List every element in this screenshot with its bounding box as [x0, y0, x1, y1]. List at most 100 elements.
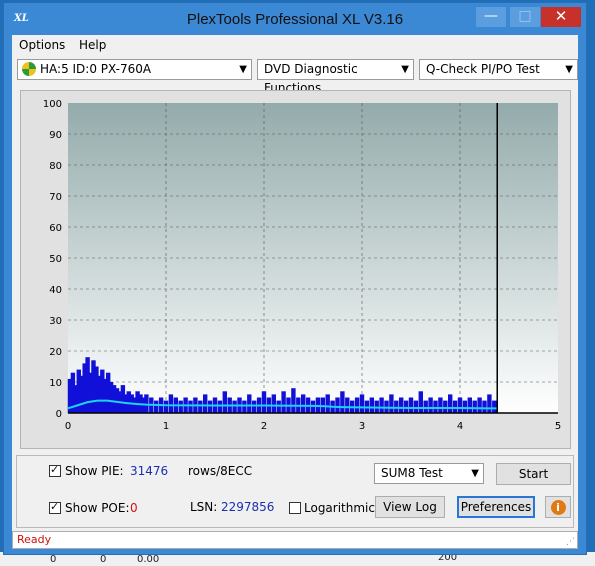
- y-tick-label: 20: [49, 347, 62, 358]
- chevron-down-icon: ▼: [471, 468, 479, 479]
- show-pie-checkbox[interactable]: [49, 463, 61, 477]
- lsn-value: 2297856: [221, 500, 275, 514]
- pie-bar: [487, 394, 492, 413]
- x-tick-label: 2: [261, 421, 267, 432]
- pie-bar: [418, 391, 423, 413]
- info-icon: i: [550, 500, 566, 515]
- pie-bar: [423, 400, 428, 413]
- test-select[interactable]: Q-Check PI/PO Test ▼: [419, 59, 578, 80]
- x-tick-label: 5: [555, 421, 561, 432]
- pie-bar: [369, 397, 374, 413]
- pi-po-chart: 0 10 20 30 40 50 60 70 80 90 100 0 1 2 3 4 5: [43, 99, 561, 432]
- pie-bar: [413, 400, 419, 413]
- pie-bar: [477, 397, 482, 413]
- sum-test-select[interactable]: SUM8 Test ▼: [374, 463, 484, 484]
- x-tick-label: 4: [457, 421, 463, 432]
- preferences-button-label: Preferences: [460, 500, 532, 514]
- pie-bar: [438, 397, 443, 413]
- pie-bar: [261, 391, 267, 413]
- control-panel: Show PIE: 31476 rows/8ECC SUM8 Test ▼ St…: [16, 455, 574, 528]
- minimize-button[interactable]: —: [476, 7, 506, 27]
- close-button[interactable]: ✕: [541, 7, 581, 27]
- pie-bar: [443, 400, 448, 413]
- y-tick-label: 70: [49, 192, 62, 203]
- x-tick-label: 0: [65, 421, 71, 432]
- sum-test-value: SUM8 Test: [381, 466, 443, 480]
- pie-bar: [281, 391, 286, 413]
- maximize-button[interactable]: □: [510, 7, 540, 27]
- pie-bar: [178, 400, 183, 413]
- disc-icon: [22, 61, 36, 76]
- lsn-label: LSN:: [190, 500, 218, 514]
- menu-bar: Options Help: [12, 35, 578, 55]
- logarithmic-checkbox[interactable]: [289, 502, 301, 514]
- y-tick-label: 100: [43, 99, 62, 110]
- pie-bar: [394, 400, 399, 413]
- pie-bar: [399, 397, 404, 413]
- pie-bar: [472, 400, 477, 413]
- pie-bar: [467, 397, 472, 413]
- pie-bar: [242, 400, 247, 413]
- info-button[interactable]: i: [545, 496, 571, 518]
- x-tick-labels: 0 1 2 3 4 5: [65, 421, 561, 432]
- pie-bar: [335, 397, 340, 413]
- y-tick-label: 60: [49, 223, 62, 234]
- show-poe-label: Show POE:: [65, 501, 130, 515]
- bg-cell: 0.00: [137, 554, 160, 565]
- drive-select[interactable]: HA:5 ID:0 PX-760A ▼: [17, 59, 252, 80]
- y-tick-label: 0: [56, 409, 62, 420]
- show-poe-checkbox[interactable]: [49, 500, 61, 514]
- pie-bar: [408, 397, 414, 413]
- pie-bar: [222, 391, 227, 413]
- y-tick-label: 30: [49, 316, 62, 327]
- main-window: XL PlexTools Professional XL V3.16 — □ ✕…: [3, 2, 587, 555]
- pie-bar: [379, 397, 384, 413]
- pie-bar: [345, 397, 350, 413]
- bg-cell: 0: [100, 554, 107, 565]
- pie-bar: [217, 400, 223, 413]
- view-log-button[interactable]: View Log: [375, 496, 445, 518]
- pie-bar: [168, 394, 174, 413]
- y-tick-label: 10: [49, 378, 62, 389]
- menu-help[interactable]: Help: [79, 38, 106, 52]
- x-tick-label: 3: [359, 421, 365, 432]
- pie-bar: [232, 400, 237, 413]
- poe-value: 0: [130, 501, 138, 515]
- test-select-value: Q-Check PI/PO Test: [426, 62, 540, 76]
- drive-select-value: HA:5 ID:0 PX-760A: [40, 62, 152, 76]
- pie-bar: [389, 394, 394, 413]
- y-tick-labels: 0 10 20 30 40 50 60 70 80 90 100: [43, 99, 62, 420]
- start-button-label: Start: [518, 467, 549, 481]
- pie-bar: [247, 394, 252, 413]
- pie-bar: [403, 400, 409, 413]
- pie-bar: [428, 397, 433, 413]
- pie-bar: [462, 400, 468, 413]
- chevron-down-icon: ▼: [401, 64, 409, 75]
- pie-bar: [340, 391, 345, 413]
- pie-bar: [492, 400, 497, 413]
- bg-cell: 0: [50, 554, 57, 565]
- pie-bar: [271, 394, 276, 413]
- size-grip-icon[interactable]: ⋰: [566, 537, 575, 547]
- title-bar[interactable]: XL PlexTools Professional XL V3.16 — □ ✕: [4, 3, 586, 35]
- function-select[interactable]: DVD Diagnostic Functions ▼: [257, 59, 414, 95]
- pie-bar: [433, 400, 438, 413]
- pie-bar: [457, 397, 463, 413]
- pie-bar: [325, 394, 330, 413]
- pie-bar: [276, 400, 281, 413]
- pie-bar: [301, 394, 306, 413]
- chevron-down-icon: ▼: [239, 64, 247, 75]
- x-tick-label: 1: [163, 421, 169, 432]
- menu-options[interactable]: Options: [19, 38, 65, 52]
- preferences-button[interactable]: Preferences: [457, 496, 535, 518]
- start-button[interactable]: Start: [496, 463, 571, 485]
- pie-bar: [198, 400, 203, 413]
- chart-frame: 0 10 20 30 40 50 60 70 80 90 100 0 1 2 3 4 5: [20, 90, 571, 449]
- view-log-button-label: View Log: [383, 500, 437, 514]
- pie-bar: [203, 394, 208, 413]
- y-tick-label: 50: [49, 254, 62, 265]
- pie-value: 31476: [130, 464, 169, 478]
- pie-bar: [448, 394, 453, 413]
- pie-bar: [154, 400, 159, 413]
- pie-bar: [252, 400, 257, 413]
